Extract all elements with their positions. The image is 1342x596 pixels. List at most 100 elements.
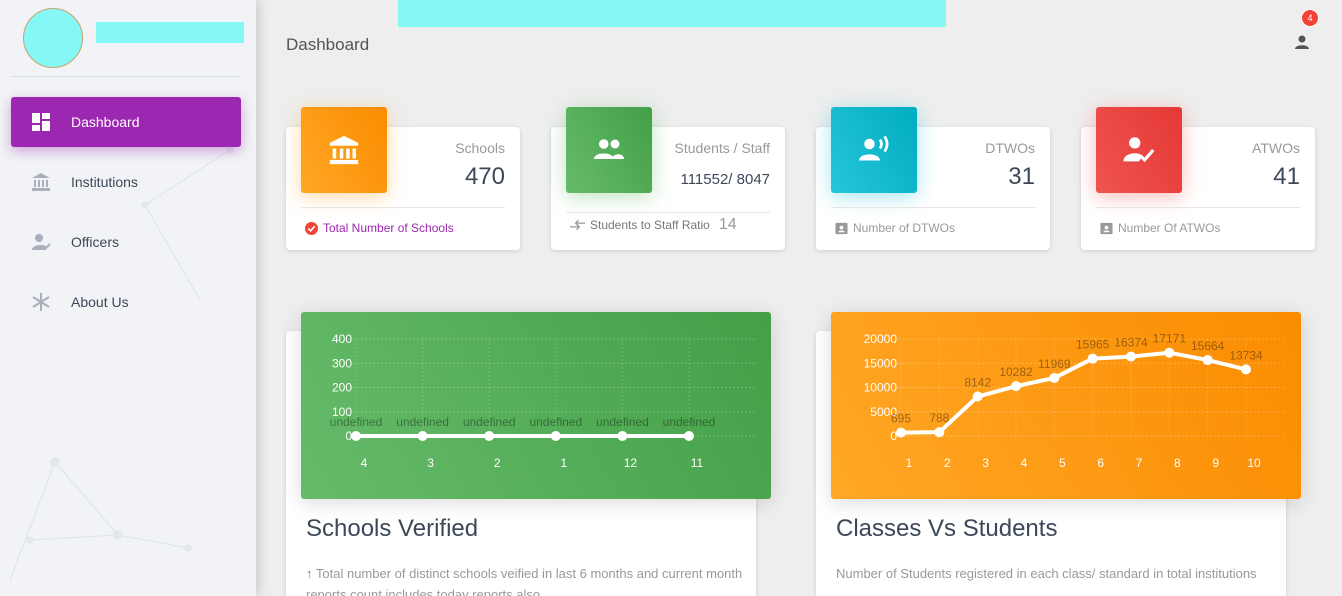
classes-students-chart: 2000015000100005000069517882814231028241… [864,332,1286,470]
y-tick-label: 300 [332,356,352,370]
sidebar-item-label: Dashboard [71,114,140,130]
data-point [684,431,694,441]
divider [831,207,1035,208]
stat-category: Students / Staff [674,140,770,156]
data-label: 13734 [1229,348,1263,362]
y-tick-label: 200 [332,381,352,395]
x-tick-label: 4 [361,456,368,470]
stat-card-schools: Schools 470 Total Number of Schools [286,107,520,250]
swap-arrows-icon [570,220,585,230]
how-to-reg-icon [1123,137,1155,163]
data-label: undefined [529,415,582,429]
data-label: 695 [891,412,911,426]
y-tick-label: 10000 [864,381,898,395]
divider [1096,207,1300,208]
brand-name [96,22,244,43]
data-point [417,431,428,441]
data-label: undefined [663,415,716,429]
divider [301,207,505,208]
stat-category: ATWOs [1252,140,1300,156]
sidebar-item-officers[interactable]: Officers [11,217,241,267]
x-tick-label: 11 [691,456,704,470]
data-label: undefined [596,415,649,429]
chart-header-schools-verified: 400 300 200 100 0 undefined 4 undefined 3 undefin… [301,312,771,499]
stat-footer-value: 14 [718,216,737,233]
user-icon[interactable] [1294,34,1310,50]
x-tick-label: 1 [906,456,913,470]
data-point [934,427,945,438]
data-label: 15965 [1076,338,1110,352]
sidebar-item-about-us[interactable]: About Us [11,277,241,327]
data-point [1087,353,1098,364]
stat-value: 31 [1008,163,1035,190]
stat-icon-box [566,107,652,193]
data-label: 16374 [1114,336,1148,350]
sidebar: Dashboard Institutions Officers About Us [0,0,256,596]
divider [566,212,770,213]
x-tick-label: 12 [624,456,638,470]
data-point [1049,372,1060,383]
officer-icon [32,234,51,251]
stat-value: 470 [464,163,505,190]
chart-title: Schools Verified [306,515,479,542]
x-tick-label: 5 [1059,456,1066,470]
badge-icon [835,222,848,234]
stat-card-students-staff: Students / Staff 111552/ 8047 Students t… [551,107,785,250]
data-label: 8142 [964,376,991,390]
chart-description: Number of Students registered in each cl… [836,566,1257,581]
stat-footer-text: Students to Staff Ratio [590,218,710,232]
data-point [896,427,906,438]
arrow-up-icon: ↑ [306,566,313,581]
x-tick-label: 3 [427,456,434,470]
stat-footer: Number Of ATWOs [1100,221,1220,235]
x-tick-label: 1 [560,456,567,470]
data-point [484,431,495,441]
data-point [1126,351,1136,362]
badge-icon [1100,222,1113,234]
chart-title: Classes Vs Students [836,515,1058,542]
x-tick-label: 9 [1212,456,1219,470]
x-tick-label: 8 [1174,456,1181,470]
stat-footer: Total Number of Schools [305,221,454,235]
sidebar-item-label: Institutions [71,174,138,190]
check-circle-icon [305,221,318,235]
dashboard-icon [32,113,50,131]
stat-category: Schools [455,140,505,156]
notification-badge[interactable]: 4 [1301,9,1319,27]
data-point [550,431,561,441]
top-banner [398,0,946,27]
data-label: 11969 [1038,357,1071,371]
sidebar-item-institutions[interactable]: Institutions [11,157,241,207]
page-title: Dashboard [286,35,370,54]
sidebar-item-dashboard[interactable]: Dashboard [11,97,241,147]
chart-description: ↑ Total number of distinct schools veifi… [306,563,766,596]
data-point [1241,364,1251,375]
x-tick-label: 2 [494,456,501,470]
stat-footer-text: Number Of ATWOs [1118,221,1221,235]
stat-category: DTWOs [985,140,1035,156]
record-voice-icon [859,135,889,161]
x-tick-label: 7 [1136,456,1143,470]
x-tick-label: 4 [1021,456,1028,470]
y-tick-label: 20000 [864,332,898,346]
data-label: 15664 [1191,339,1225,353]
x-tick-label: 3 [982,456,989,470]
institution-icon [32,173,50,191]
x-tick-label: 10 [1247,456,1261,470]
snowflake-icon [32,293,50,311]
sidebar-item-label: About Us [71,294,129,310]
data-label: undefined [396,415,449,429]
x-tick-label: 6 [1097,456,1104,470]
y-tick-label: 400 [332,332,352,346]
logo[interactable] [23,8,83,68]
stat-icon-box [301,107,387,193]
stat-card-dtwos: DTWOs 31 Number of DTWOs [816,107,1050,250]
brand [12,0,244,77]
schools-verified-chart: 4003002001000undefined4undefined3undefin… [330,332,756,470]
stat-icon-box [1096,107,1182,193]
stat-value: 41 [1273,163,1300,190]
y-tick-label: 15000 [864,356,898,370]
stat-footer-text[interactable]: Total Number of Schools [323,221,454,235]
data-point [617,431,628,441]
sidebar-nav: Dashboard Institutions Officers About Us [11,97,241,337]
